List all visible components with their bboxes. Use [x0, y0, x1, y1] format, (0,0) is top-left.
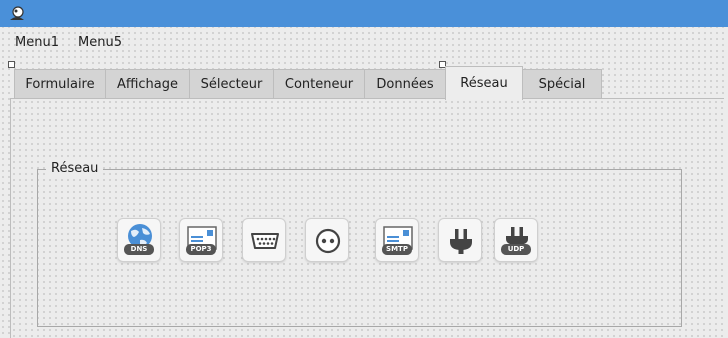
smtp-button[interactable]: SMTP — [375, 218, 419, 262]
groupbox-title: Réseau — [46, 161, 104, 176]
dns-button[interactable]: DNS — [117, 218, 161, 262]
udp-plug-icon — [506, 227, 528, 245]
pop3-mail-icon — [187, 226, 217, 250]
reseau-groupbox: Réseau DNS POP3 SMTP UDP — [37, 161, 682, 327]
plug-button[interactable] — [438, 218, 482, 262]
menu-menu1[interactable]: Menu1 — [15, 35, 59, 50]
app-logo-icon[interactable] — [8, 5, 26, 23]
tab-reseau[interactable]: Réseau — [445, 66, 523, 100]
dns-badge: DNS — [124, 244, 154, 255]
tab-donnees[interactable]: Données — [364, 69, 446, 99]
menu-menu5[interactable]: Menu5 — [78, 35, 122, 50]
tab-special[interactable]: Spécial — [522, 69, 602, 99]
smtp-mail-icon — [383, 226, 413, 250]
window-titlebar — [0, 0, 728, 27]
power-plug-icon — [450, 229, 472, 254]
menubar: Menu1 Menu5 — [0, 27, 728, 59]
udp-button[interactable]: UDP — [494, 218, 538, 262]
pop3-button[interactable]: POP3 — [179, 218, 223, 262]
serial-port-icon — [251, 233, 279, 249]
smtp-badge: SMTP — [382, 244, 412, 255]
tab-affichage[interactable]: Affichage — [105, 69, 190, 99]
tab-widget: Formulaire Affichage Sélecteur Conteneur… — [10, 66, 728, 338]
tab-formulaire[interactable]: Formulaire — [14, 69, 106, 99]
tab-selecteur[interactable]: Sélecteur — [189, 69, 274, 99]
socket-button[interactable] — [305, 218, 349, 262]
dns-globe-icon — [128, 224, 152, 248]
pop3-badge: POP3 — [186, 244, 216, 255]
tab-panel-reseau: Réseau DNS POP3 SMTP UDP — [10, 98, 724, 338]
tab-conteneur[interactable]: Conteneur — [273, 69, 365, 99]
serial-port-button[interactable] — [242, 218, 286, 262]
udp-badge: UDP — [501, 244, 531, 255]
socket-icon — [315, 228, 341, 254]
